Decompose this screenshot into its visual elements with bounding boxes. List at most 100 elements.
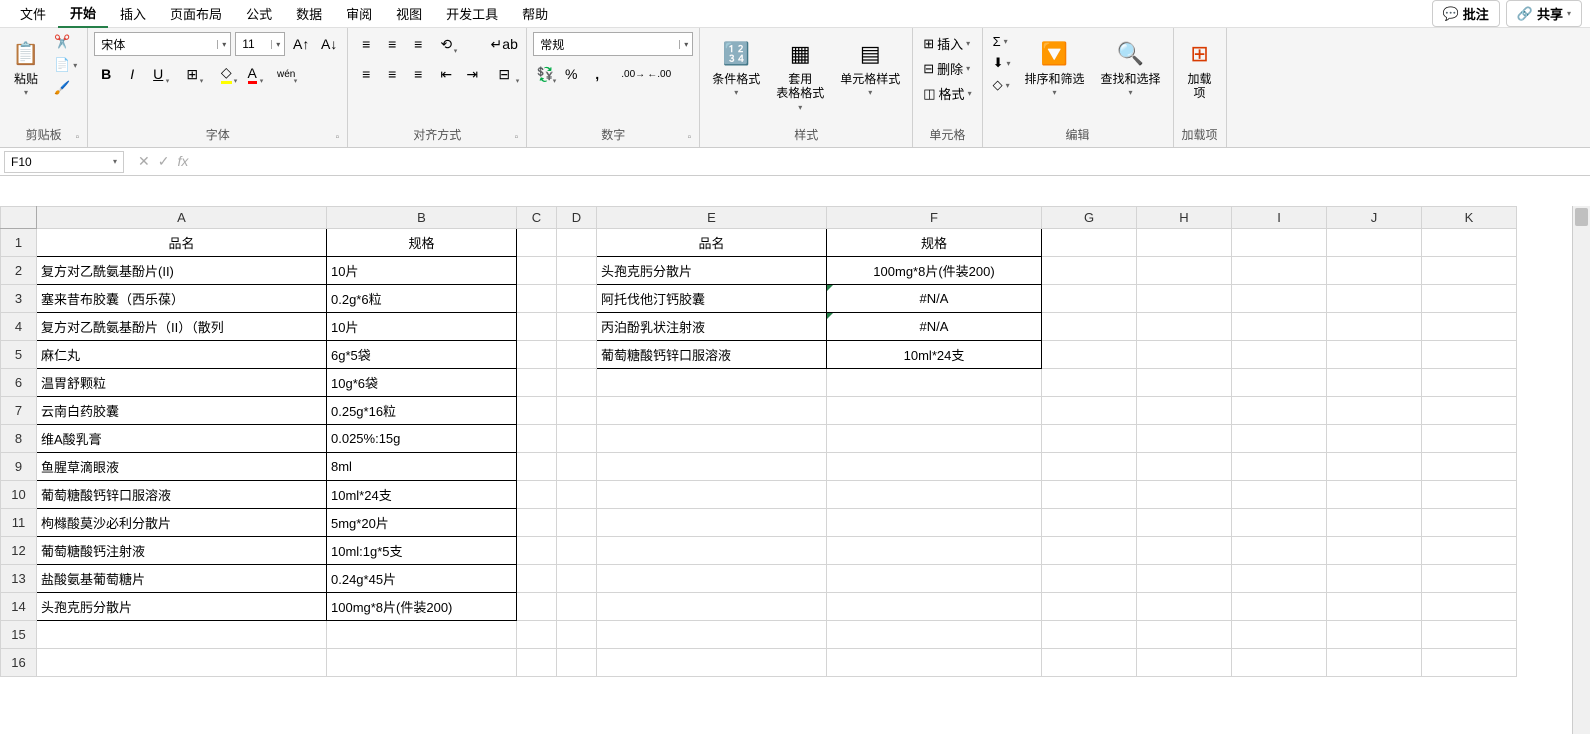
cell-K7[interactable] [1422,397,1517,425]
cell-E3[interactable]: 阿托伐他汀钙胶囊 [597,285,827,313]
underline-button[interactable]: U▾ [146,62,170,86]
wrap-text-button[interactable]: ↵ab [488,32,520,56]
cell-G14[interactable] [1042,593,1137,621]
cell-C13[interactable] [517,565,557,593]
row-header-8[interactable]: 8 [1,425,37,453]
cell-C15[interactable] [517,621,557,649]
menu-data[interactable]: 数据 [284,0,334,27]
cell-G5[interactable] [1042,341,1137,369]
cell-H2[interactable] [1137,257,1232,285]
cell-D14[interactable] [557,593,597,621]
cell-B11[interactable]: 5mg*20片 [327,509,517,537]
cell-B14[interactable]: 100mg*8片(件装200) [327,593,517,621]
col-header-I[interactable]: I [1232,207,1327,229]
row-header-16[interactable]: 16 [1,649,37,677]
row-header-1[interactable]: 1 [1,229,37,257]
cell-B10[interactable]: 10ml*24支 [327,481,517,509]
select-all-corner[interactable] [1,207,37,229]
cell-B1[interactable]: 规格 [327,229,517,257]
cell-I15[interactable] [1232,621,1327,649]
cell-J15[interactable] [1327,621,1422,649]
cell-D16[interactable] [557,649,597,677]
cell-B3[interactable]: 0.2g*6粒 [327,285,517,313]
col-header-C[interactable]: C [517,207,557,229]
cell-E4[interactable]: 丙泊酚乳状注射液 [597,313,827,341]
cell-A12[interactable]: 葡萄糖酸钙注射液 [37,537,327,565]
menu-page-layout[interactable]: 页面布局 [158,0,234,27]
number-launcher[interactable]: ▫ [688,132,692,143]
cell-A7[interactable]: 云南白药胶囊 [37,397,327,425]
cell-K4[interactable] [1422,313,1517,341]
cell-D3[interactable] [557,285,597,313]
cell-B15[interactable] [327,621,517,649]
cell-K8[interactable] [1422,425,1517,453]
cell-A15[interactable] [37,621,327,649]
cell-E8[interactable] [597,425,827,453]
italic-button[interactable]: I [120,62,144,86]
cell-A2[interactable]: 复方对乙酰氨基酚片(II) [37,257,327,285]
decrease-indent-button[interactable]: ⇤ [434,62,458,86]
row-header-7[interactable]: 7 [1,397,37,425]
cell-C14[interactable] [517,593,557,621]
cell-J9[interactable] [1327,453,1422,481]
comments-button[interactable]: 💬 批注 [1432,0,1500,27]
menu-help[interactable]: 帮助 [510,0,560,27]
cell-F16[interactable] [827,649,1042,677]
cell-E14[interactable] [597,593,827,621]
cell-A3[interactable]: 塞来昔布胶囊（西乐葆） [37,285,327,313]
name-box[interactable]: F10 ▾ [4,151,124,173]
cell-B8[interactable]: 0.025%:15g [327,425,517,453]
confirm-formula-button[interactable]: ✓ [158,153,170,170]
cell-I16[interactable] [1232,649,1327,677]
cell-A4[interactable]: 复方对乙酰氨基酚片（II）（散列 [37,313,327,341]
cell-F8[interactable] [827,425,1042,453]
cell-C5[interactable] [517,341,557,369]
col-header-E[interactable]: E [597,207,827,229]
cell-D10[interactable] [557,481,597,509]
cell-J5[interactable] [1327,341,1422,369]
cell-C3[interactable] [517,285,557,313]
increase-font-button[interactable]: A↑ [289,32,313,56]
copy-button[interactable]: 📄▾ [50,55,81,75]
col-header-G[interactable]: G [1042,207,1137,229]
paste-button[interactable]: 📋 粘贴 ▾ [6,32,46,101]
cell-I10[interactable] [1232,481,1327,509]
cell-K9[interactable] [1422,453,1517,481]
cell-F11[interactable] [827,509,1042,537]
cell-K5[interactable] [1422,341,1517,369]
cell-J10[interactable] [1327,481,1422,509]
cell-J1[interactable] [1327,229,1422,257]
cell-F2[interactable]: 100mg*8片(件装200) [827,257,1042,285]
number-format-select[interactable]: 常规▾ [533,32,693,56]
cell-I1[interactable] [1232,229,1327,257]
cell-E13[interactable] [597,565,827,593]
merge-center-button[interactable]: ⊟▾ [488,62,520,86]
cell-J13[interactable] [1327,565,1422,593]
cell-J12[interactable] [1327,537,1422,565]
cell-C10[interactable] [517,481,557,509]
font-launcher[interactable]: ▫ [336,132,340,143]
border-button[interactable]: ⊞▾ [180,62,204,86]
cell-J14[interactable] [1327,593,1422,621]
cell-G6[interactable] [1042,369,1137,397]
cell-C2[interactable] [517,257,557,285]
cell-J2[interactable] [1327,257,1422,285]
col-header-F[interactable]: F [827,207,1042,229]
cell-E6[interactable] [597,369,827,397]
cell-G13[interactable] [1042,565,1137,593]
bold-button[interactable]: B [94,62,118,86]
cell-E1[interactable]: 品名 [597,229,827,257]
vertical-scrollbar[interactable] [1572,206,1590,734]
sort-filter-button[interactable]: 🔽 排序和筛选▾ [1019,32,1091,101]
row-header-2[interactable]: 2 [1,257,37,285]
find-select-button[interactable]: 🔍 查找和选择▾ [1095,32,1167,101]
share-button[interactable]: 🔗 共享 ▾ [1506,0,1582,27]
cell-G10[interactable] [1042,481,1137,509]
align-middle-button[interactable]: ≡ [380,32,404,56]
cut-button[interactable]: ✂️ [50,32,81,52]
fill-button[interactable]: ⬇▾ [989,53,1015,73]
row-header-6[interactable]: 6 [1,369,37,397]
cell-K3[interactable] [1422,285,1517,313]
cell-A8[interactable]: 维A酸乳膏 [37,425,327,453]
font-name-select[interactable]: 宋体▾ [94,32,231,56]
